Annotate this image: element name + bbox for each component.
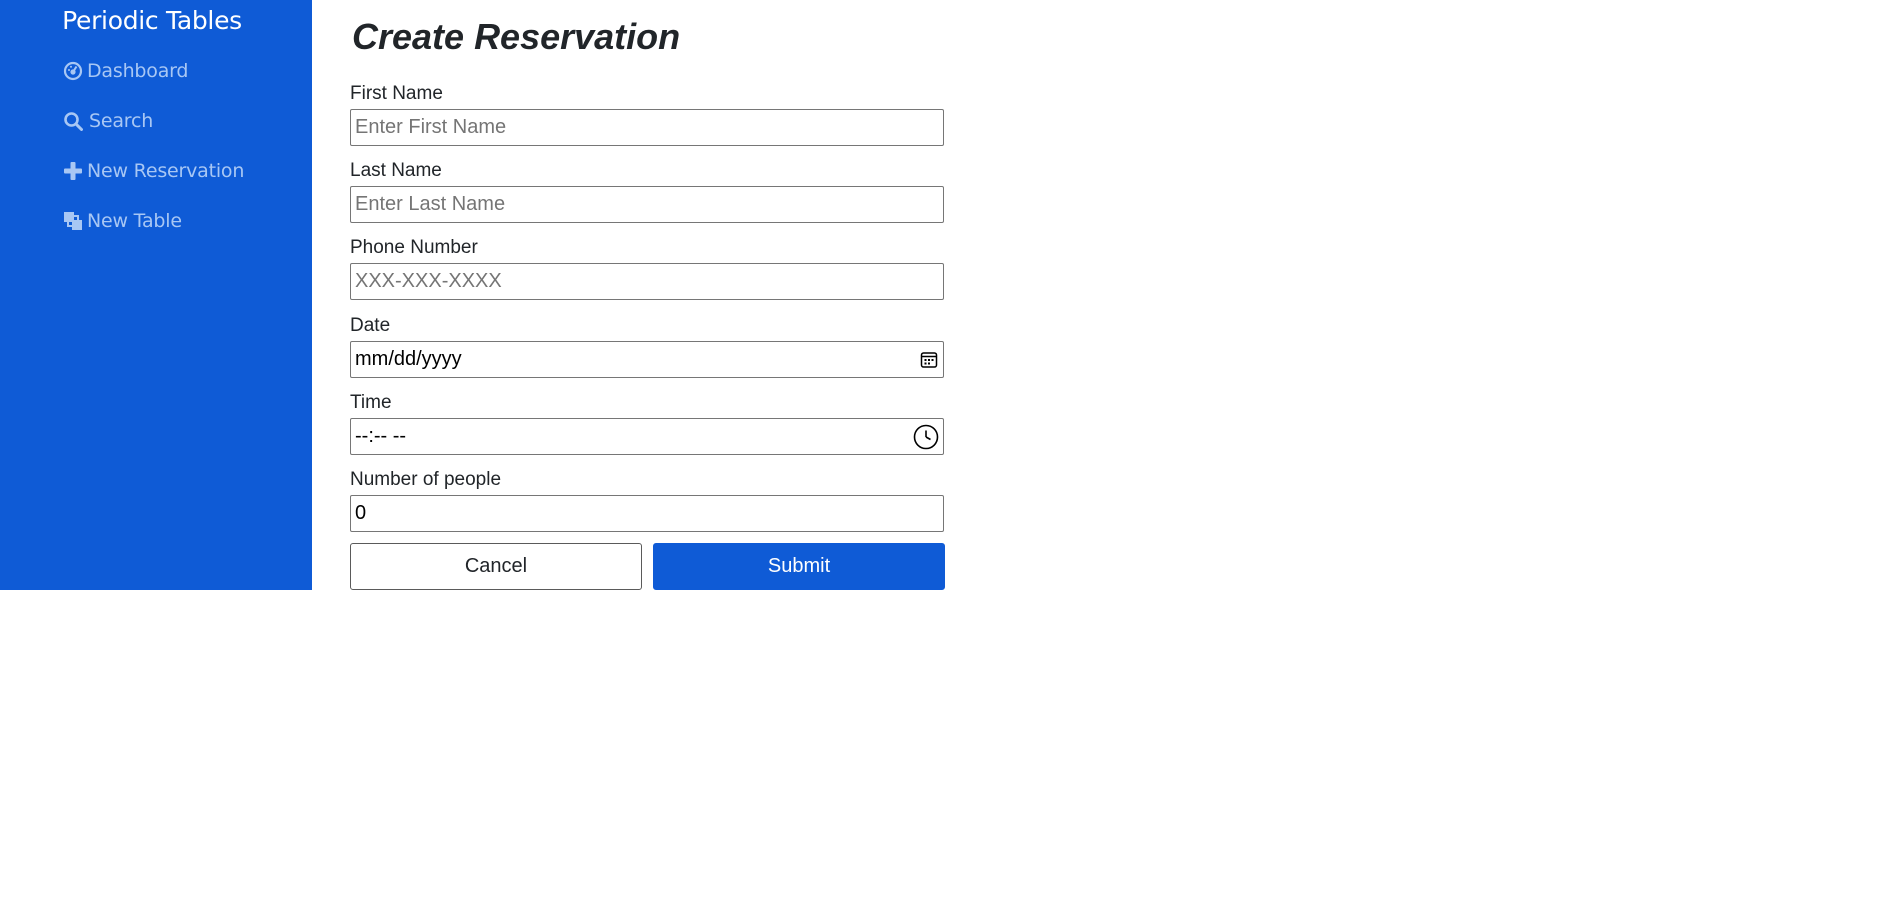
sidebar-item-new-table[interactable]: New Table	[63, 210, 182, 232]
dashboard-icon	[63, 61, 83, 81]
date-value: mm/dd/yyyy	[355, 348, 462, 370]
last-name-input[interactable]	[350, 186, 944, 223]
time-value: --:-- --	[355, 425, 407, 447]
sidebar-item-label: New Reservation	[87, 160, 245, 182]
sidebar-item-label: Dashboard	[87, 60, 189, 82]
search-icon	[63, 111, 83, 131]
last-name-label: Last Name	[350, 160, 442, 181]
date-label: Date	[350, 315, 391, 336]
sidebar-item-search[interactable]: Search	[63, 110, 153, 132]
page-title: Create Reservation	[352, 16, 681, 57]
clock-icon[interactable]	[913, 424, 939, 450]
sidebar: Periodic Tables Dashboard Search New Res…	[0, 0, 312, 590]
sidebar-item-label: Search	[89, 110, 154, 132]
plus-icon	[63, 161, 83, 181]
time-input[interactable]: --:-- --	[350, 418, 944, 455]
calendar-icon[interactable]	[920, 351, 938, 369]
number-of-people-label: Number of people	[350, 469, 502, 490]
sidebar-item-label: New Table	[87, 210, 182, 232]
layers-icon	[63, 211, 83, 231]
phone-number-input[interactable]	[350, 263, 944, 300]
first-name-input[interactable]	[350, 109, 944, 146]
number-of-people-input[interactable]	[350, 495, 944, 532]
sidebar-item-new-reservation[interactable]: New Reservation	[63, 160, 244, 182]
phone-number-label: Phone Number	[350, 237, 478, 258]
sidebar-item-dashboard[interactable]: Dashboard	[63, 60, 188, 82]
time-label: Time	[350, 392, 392, 413]
cancel-button[interactable]: Cancel	[350, 543, 642, 590]
brand-title[interactable]: Periodic Tables	[0, 6, 304, 35]
first-name-label: First Name	[350, 83, 443, 104]
date-input[interactable]: mm/dd/yyyy	[350, 341, 944, 378]
submit-button[interactable]: Submit	[653, 543, 945, 590]
